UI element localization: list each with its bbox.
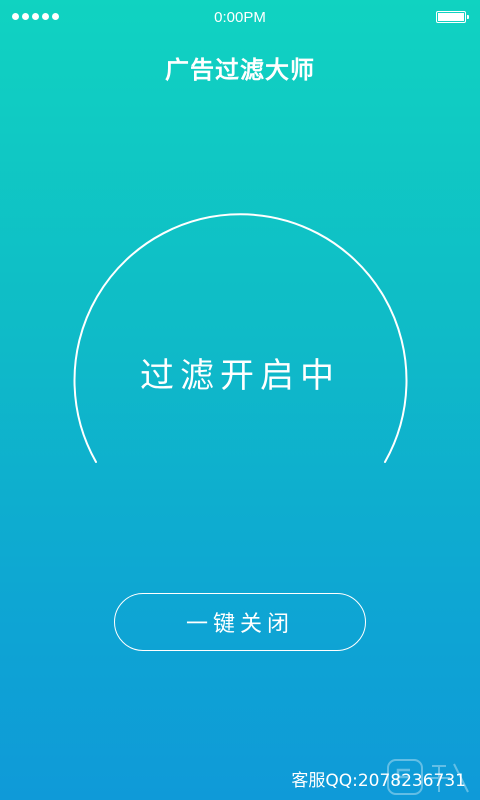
support-number: 2078236731	[357, 771, 466, 791]
status-bar: 0:00PM	[0, 0, 480, 36]
support-label: 客服QQ:	[291, 771, 358, 791]
page-title: 广告过滤大师	[165, 56, 315, 84]
one-click-close-button[interactable]: 一键关闭	[114, 593, 366, 651]
customer-service-qq: 客服QQ:2078236731	[291, 766, 466, 791]
battery-icon	[436, 11, 469, 23]
app-screen: 0:00PM 广告过滤大师 过滤开启中 一键关闭 客服QQ:2078236731	[0, 0, 480, 800]
status-ring-arc	[73, 213, 408, 463]
status-time: 0:00PM	[214, 9, 266, 26]
battery-fill	[438, 13, 464, 21]
status-ring	[73, 213, 408, 463]
filter-status-text: 过滤开启中	[140, 356, 340, 396]
